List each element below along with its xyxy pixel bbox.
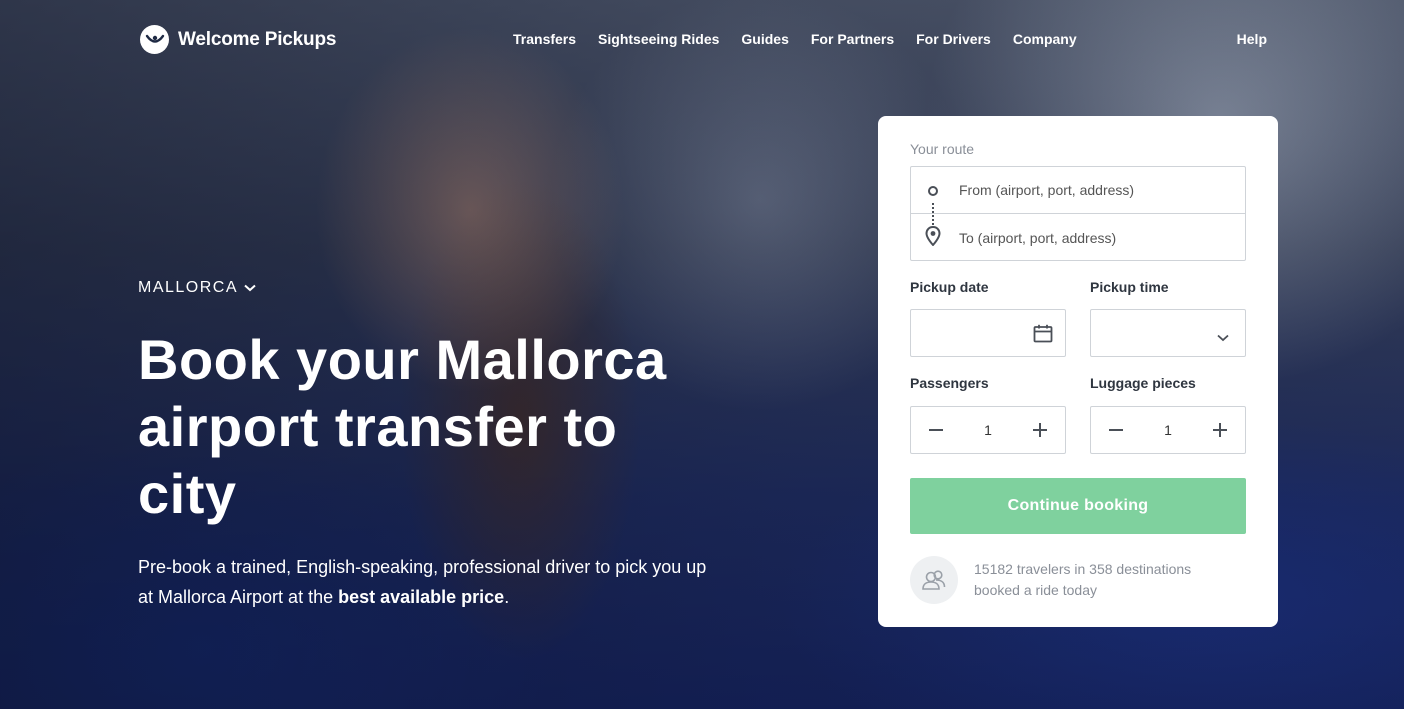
brand-name: Welcome Pickups xyxy=(178,28,337,50)
site-header: Welcome Pickups Transfers Sightseeing Ri… xyxy=(0,0,1404,78)
pickup-time-label: Pickup time xyxy=(1090,279,1169,295)
nav-item-company[interactable]: Company xyxy=(1013,31,1077,47)
route-label: Your route xyxy=(910,141,975,157)
plus-icon[interactable] xyxy=(1031,421,1049,444)
nav-item-sightseeing-rides[interactable]: Sightseeing Rides xyxy=(598,31,719,47)
nav-item-for-drivers[interactable]: For Drivers xyxy=(916,31,991,47)
brand-logo[interactable]: Welcome Pickups xyxy=(140,25,336,54)
nav-item-transfers[interactable]: Transfers xyxy=(513,31,576,47)
pickup-date-label: Pickup date xyxy=(910,279,989,295)
from-input[interactable] xyxy=(959,182,1229,198)
nav-item-guides[interactable]: Guides xyxy=(741,31,788,47)
continue-booking-button[interactable]: Continue booking xyxy=(910,478,1246,534)
social-proof-text: 15182 travelers in 358 destinations book… xyxy=(974,561,1192,598)
people-icon xyxy=(910,556,958,604)
plus-icon[interactable] xyxy=(1211,421,1229,444)
route-box xyxy=(910,166,1246,261)
luggage-label: Luggage pieces xyxy=(1090,375,1196,391)
chevron-down-icon xyxy=(1217,329,1229,347)
main-nav: Transfers Sightseeing Rides Guides For P… xyxy=(513,31,1077,47)
pickup-date-field[interactable] xyxy=(910,309,1066,357)
to-input[interactable] xyxy=(959,229,1229,246)
page-title: Book your Mallorca airport transfer to c… xyxy=(138,328,667,525)
logo-icon xyxy=(140,25,169,54)
pickup-time-select[interactable] xyxy=(1090,309,1246,357)
location-pin-icon xyxy=(925,225,941,251)
chevron-down-icon xyxy=(244,279,256,297)
location-selector[interactable]: MALLORCA xyxy=(138,279,256,297)
luggage-stepper: 1 xyxy=(1090,406,1246,454)
passengers-label: Passengers xyxy=(910,375,989,391)
minus-icon[interactable] xyxy=(1107,421,1125,444)
from-row xyxy=(911,167,1245,214)
social-proof: 15182 travelers in 358 destinations book… xyxy=(910,556,1224,604)
help-link[interactable]: Help xyxy=(1237,31,1267,47)
passengers-stepper: 1 xyxy=(910,406,1066,454)
minus-icon[interactable] xyxy=(927,421,945,444)
origin-dot-icon xyxy=(928,186,938,196)
hero-subtitle-highlight: best available price xyxy=(338,587,505,607)
booking-card: Your route Pickup date Pickup time Passe… xyxy=(878,116,1278,627)
to-row xyxy=(911,214,1245,261)
nav-item-for-partners[interactable]: For Partners xyxy=(811,31,894,47)
hero-subtitle: Pre-book a trained, English-speaking, pr… xyxy=(138,552,718,612)
calendar-icon xyxy=(1033,324,1053,348)
location-label: MALLORCA xyxy=(138,279,239,296)
hero-subtitle-end: . xyxy=(504,587,510,607)
